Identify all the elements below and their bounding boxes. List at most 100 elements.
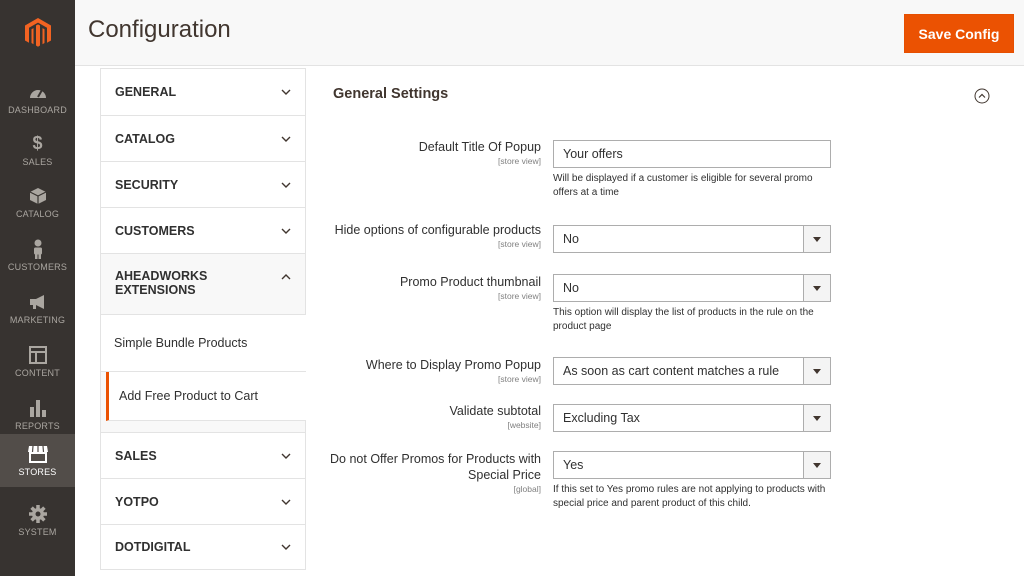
section-title[interactable]: General Settings — [333, 86, 448, 102]
label-text: Do not Offer Promos for Products with Sp… — [330, 452, 541, 482]
chevron-down-icon — [281, 544, 291, 550]
label-text: Hide options of configurable products — [334, 223, 541, 237]
label-text: Validate subtotal — [449, 404, 542, 418]
megaphone-icon — [27, 292, 49, 312]
subtab-add-free-product-to-cart[interactable]: Add Free Product to Cart — [106, 372, 306, 421]
chevron-up-icon — [281, 274, 291, 280]
select-value: No — [563, 281, 579, 295]
tab-label: GENERAL — [115, 85, 177, 99]
menu-label: DASHBOARD — [8, 104, 67, 115]
field-label-hide-options: Hide options of configurable products [s… — [321, 222, 541, 249]
chevron-down-icon — [281, 136, 291, 142]
select-value: No — [563, 232, 579, 246]
tab-label: SALES — [115, 448, 157, 463]
page-title: Configuration — [88, 16, 231, 43]
field-label-default-title: Default Title Of Popup [store view] — [321, 139, 541, 166]
tab-yotpo[interactable]: YOTPO — [100, 478, 306, 524]
chevron-down-icon — [281, 228, 291, 234]
menu-label: SYSTEM — [18, 526, 57, 537]
tab-customers[interactable]: CUSTOMERS — [100, 207, 306, 253]
dropdown-arrow-icon — [803, 358, 830, 384]
chevron-down-icon — [281, 453, 291, 459]
person-icon — [27, 239, 49, 259]
field-label-special-price: Do not Offer Promos for Products with Sp… — [321, 451, 541, 494]
select-value: Yes — [563, 458, 584, 472]
menu-label: MARKETING — [9, 314, 66, 325]
magento-logo[interactable] — [0, 0, 75, 65]
menu-label: CATALOG — [15, 208, 60, 219]
chevron-down-icon — [281, 89, 291, 95]
menu-label: STORES — [18, 467, 57, 477]
dropdown-arrow-icon — [803, 452, 830, 478]
dropdown-arrow-icon — [803, 275, 830, 301]
magento-logo-icon — [24, 17, 51, 47]
label-text: Default Title Of Popup — [418, 140, 541, 154]
subtab-label: Simple Bundle Products — [114, 336, 248, 350]
store-icon — [27, 444, 49, 464]
menu-item-customers[interactable]: CUSTOMERS — [0, 229, 75, 281]
scope-label: [store view] — [498, 239, 541, 249]
field-label-display-popup: Where to Display Promo Popup [store view… — [321, 357, 541, 384]
scope-label: [global] — [513, 484, 541, 494]
gear-icon — [27, 504, 49, 524]
menu-label: REPORTS — [15, 420, 60, 431]
menu-label: CUSTOMERS — [7, 261, 68, 272]
menu-item-dashboard[interactable]: DASHBOARD — [0, 72, 75, 124]
tab-label: SECURITY — [115, 177, 179, 192]
tab-label: DOTDIGITAL — [115, 540, 191, 554]
chevron-down-icon — [281, 499, 291, 505]
select-value: As soon as cart content matches a rule — [563, 364, 780, 378]
special-price-select[interactable]: Yes — [553, 451, 831, 479]
tab-dotdigital[interactable]: DOTDIGITAL — [100, 524, 306, 570]
menu-label: CONTENT — [15, 367, 60, 378]
bar-chart-icon — [27, 398, 49, 418]
scope-label: [website] — [507, 420, 541, 430]
menu-item-sales[interactable]: $ SALES — [0, 124, 75, 176]
dropdown-arrow-icon — [803, 226, 830, 252]
menu-item-stores[interactable]: STORES — [0, 434, 75, 487]
dropdown-arrow-icon — [803, 405, 830, 431]
box-icon — [27, 186, 49, 206]
field-note: If this set to Yes promo rules are not a… — [553, 484, 826, 509]
input-value: Your offers — [563, 147, 623, 161]
tab-catalog[interactable]: CATALOG — [100, 115, 306, 161]
display-popup-select[interactable]: As soon as cart content matches a rule — [553, 357, 831, 385]
save-config-button[interactable]: Save Config — [904, 14, 1014, 53]
field-note: This option will display the list of pro… — [553, 307, 814, 332]
field-label-validate-subtotal: Validate subtotal [website] — [321, 403, 542, 430]
scope-label: [store view] — [498, 291, 541, 301]
tab-sales[interactable]: SALES — [100, 432, 306, 478]
menu-item-marketing[interactable]: MARKETING — [0, 282, 75, 334]
admin-menu: DASHBOARD $ SALES CATALOG CUSTOMERS MARK… — [0, 0, 75, 576]
dollar-icon: $ — [32, 133, 43, 153]
scope-label: [store view] — [498, 374, 541, 384]
menu-item-system[interactable]: SYSTEM — [0, 494, 75, 546]
subtab-label: Add Free Product to Cart — [119, 389, 258, 403]
config-tabs: GENERAL CATALOG SECURITY CUSTOMERS AHEAD… — [100, 68, 306, 576]
label-text: Where to Display Promo Popup — [365, 358, 541, 372]
tab-security[interactable]: SECURITY — [100, 161, 306, 207]
menu-item-catalog[interactable]: CATALOG — [0, 176, 75, 228]
menu-item-reports[interactable]: REPORTS — [0, 388, 75, 440]
layout-icon — [27, 345, 49, 365]
tab-label: CUSTOMERS — [115, 223, 195, 238]
select-value: Excluding Tax — [563, 411, 640, 425]
page-header: Configuration Save Config — [75, 0, 1024, 66]
chevron-down-icon — [281, 182, 291, 188]
tab-aheadworks-extensions[interactable]: AHEADWORKS EXTENSIONS — [100, 253, 306, 314]
menu-label: SALES — [22, 156, 53, 167]
validate-subtotal-select[interactable]: Excluding Tax — [553, 404, 831, 432]
scope-label: [store view] — [498, 156, 541, 166]
field-label-promo-thumbnail: Promo Product thumbnail [store view] — [321, 274, 541, 301]
dashboard-icon — [27, 82, 49, 102]
collapse-icon[interactable] — [974, 88, 990, 104]
promo-thumbnail-select[interactable]: No — [553, 274, 831, 302]
default-title-input[interactable]: Your offers — [553, 140, 831, 168]
tab-general[interactable]: GENERAL — [100, 68, 306, 115]
hide-options-select[interactable]: No — [553, 225, 831, 253]
label-text: Promo Product thumbnail — [399, 275, 541, 289]
subtab-simple-bundle-products[interactable]: Simple Bundle Products — [101, 314, 306, 372]
menu-item-content[interactable]: CONTENT — [0, 335, 75, 387]
tab-label: YOTPO — [115, 494, 159, 509]
field-note: Will be displayed if a customer is eligi… — [553, 173, 813, 198]
